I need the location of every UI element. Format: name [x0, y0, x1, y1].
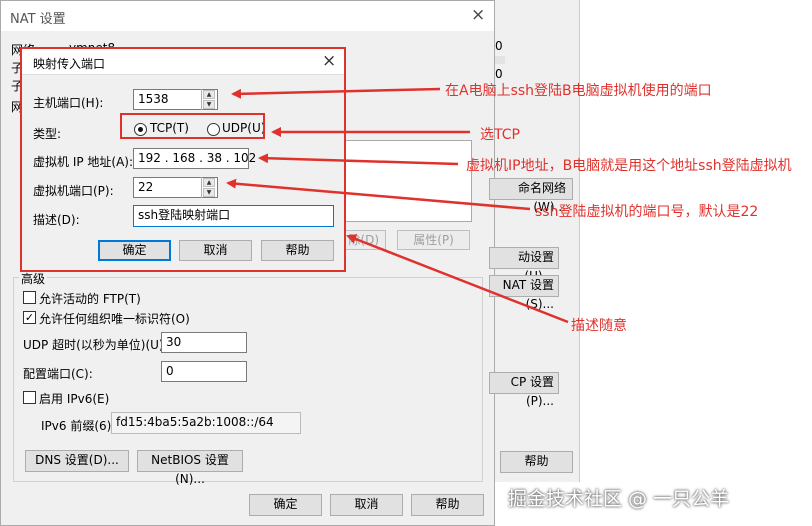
annotation-vm-ip: 虚拟机IP地址，B电脑就是用这个地址ssh登陆虚拟机 — [466, 158, 792, 174]
host-port-arrow — [231, 87, 441, 99]
annotation-description: 描述随意 — [571, 318, 627, 334]
vm-port-arrow — [226, 178, 531, 211]
annotation-host-port: 在A电脑上ssh登陆B电脑虚拟机使用的端口 — [445, 83, 712, 99]
vm-ip-arrow — [258, 153, 459, 166]
annotation-type: 选TCP — [480, 127, 520, 143]
watermark: 掘金技术社区 @ 一只公羊 — [508, 488, 730, 510]
annotation-vm-port: ssh登陆虚拟机的端口号，默认是22 — [535, 204, 759, 220]
description-arrow — [346, 234, 569, 324]
annotation-arrows — [226, 87, 569, 324]
